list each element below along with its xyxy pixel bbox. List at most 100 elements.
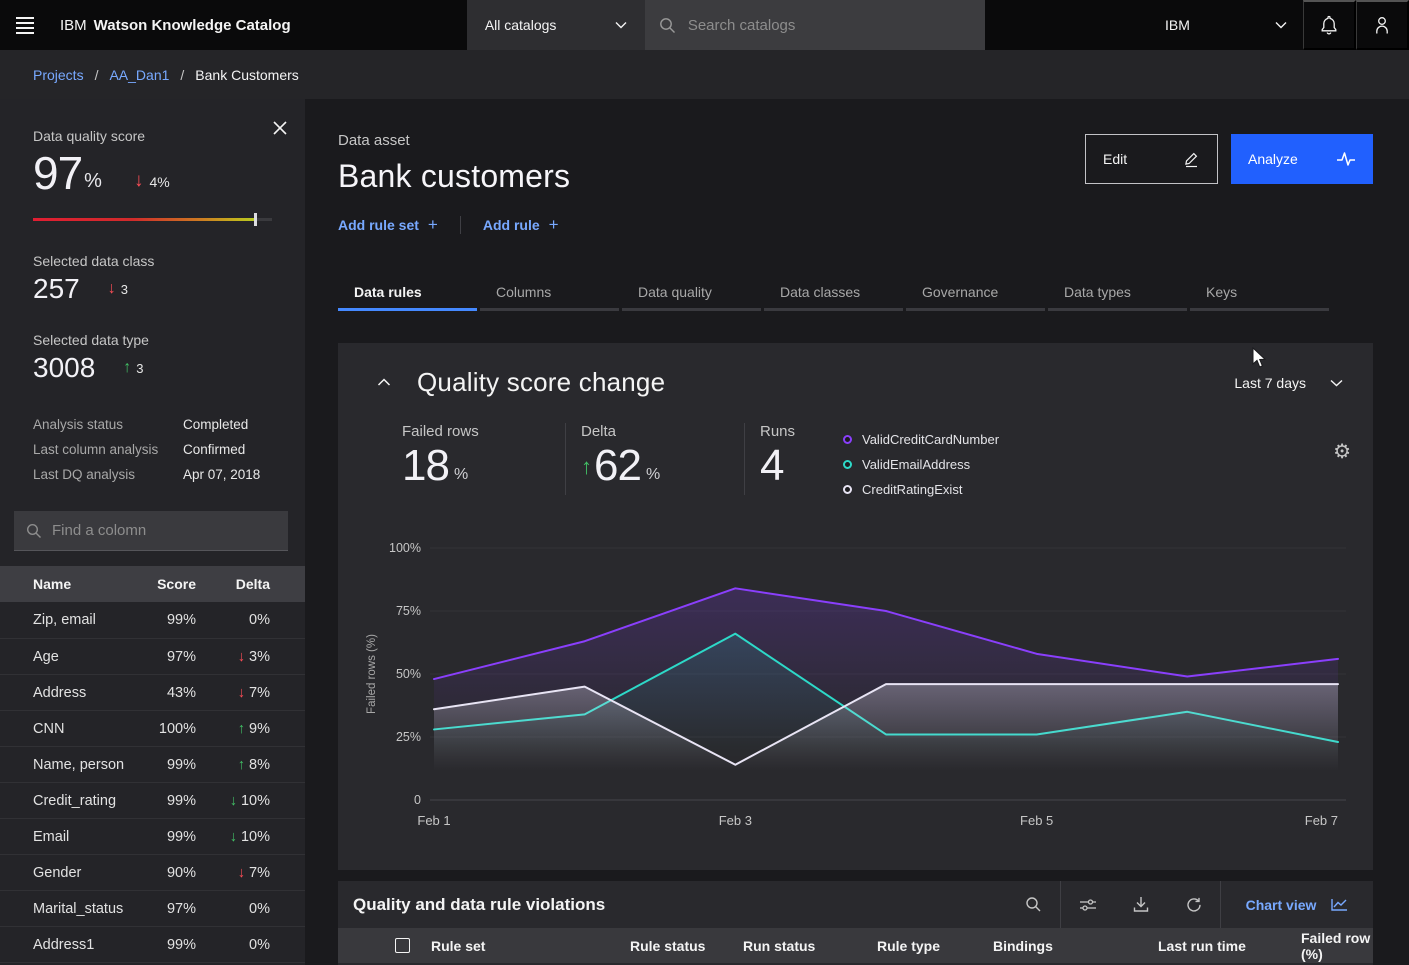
violations-table-header: Rule setRule statusRun statusRule typeBi… [338,928,1373,963]
tab-data-quality[interactable]: Data quality [622,275,761,311]
column-delta: 0% [196,612,270,628]
tab-governance[interactable]: Governance [906,275,1045,311]
violations-header-bindings: Bindings [993,938,1158,954]
column-table-row[interactable]: Gender90%↓7% [0,854,305,890]
main-content: Data asset Bank customers Add rule set +… [305,99,1409,965]
up-arrow-icon: ↑ [581,454,592,488]
refresh-icon[interactable] [1167,881,1220,928]
header-score: Score [138,576,196,592]
column-table-row[interactable]: CNN100%↑9% [0,710,305,746]
stat-label: Selected data type [33,332,272,348]
topbar-right-group: IBM [1151,0,1409,50]
catalog-selector-dropdown[interactable]: All catalogs [467,0,645,50]
violations-header-last-run-time: Last run time [1158,938,1301,954]
add-rule-set-link[interactable]: Add rule set + [338,215,438,235]
quality-score-number: 97 [33,150,82,196]
kpi-delta: Delta↑62% [581,423,744,495]
legend-item-ValidCreditCardNumber[interactable]: ValidCreditCardNumber [843,427,999,452]
add-rule-set-label: Add rule set [338,217,419,233]
kpi-unit: % [646,466,660,488]
violations-title: Quality and data rule violations [338,881,1007,928]
column-delta: ↓10% [196,793,270,809]
column-table-row[interactable]: Address199%0% [0,926,305,962]
svg-text:50%: 50% [396,667,421,681]
plus-icon: + [428,215,438,235]
download-icon[interactable] [1114,881,1167,928]
down-arrow-icon: ↓ [238,865,245,881]
kpi-value: 4 [760,444,783,488]
breadcrumb-current: Bank Customers [195,67,298,83]
quality-chart-svg: 100%75%50%25%0Feb 1Feb 3Feb 5Feb 7Failed… [362,525,1352,837]
column-score: 100% [138,721,196,737]
legend-item-ValidEmailAddress[interactable]: ValidEmailAddress [843,452,999,477]
column-name: Zip, email [33,612,138,628]
tab-data-classes[interactable]: Data classes [764,275,903,311]
violations-header-rule-set: Rule set [431,938,630,954]
close-icon[interactable] [269,117,291,142]
down-arrow-icon: ↓ [238,649,245,665]
header-name: Name [33,576,138,592]
column-table-header: Name Score Delta [0,566,305,602]
down-arrow-icon: ↓ [230,793,237,809]
column-table-row[interactable]: Age97%↓3% [0,638,305,674]
notifications-button[interactable] [1303,0,1356,50]
breadcrumb-link-projects[interactable]: Projects [33,67,84,83]
violations-header-run-status: Run status [743,938,877,954]
legend-item-CreditRatingExist[interactable]: CreditRatingExist [843,477,999,502]
chart-view-toggle[interactable]: Chart view [1220,881,1373,928]
find-column-search[interactable] [14,511,288,551]
legend-label: ValidEmailAddress [862,457,970,472]
column-table-row[interactable]: Name, person99%↑8% [0,746,305,782]
analyze-button[interactable]: Analyze [1231,134,1373,184]
header-delta: Delta [196,576,270,592]
column-table-row[interactable]: Address43%↓7% [0,674,305,710]
edit-button[interactable]: Edit [1085,134,1218,184]
catalog-search[interactable] [645,0,985,50]
gear-icon[interactable]: ⚙ [1333,439,1351,464]
add-rule-link[interactable]: Add rule + [483,215,559,235]
stat-data-class: Selected data class 257 ↓ 3 [0,253,305,305]
filter-sliders-icon[interactable] [1061,881,1114,928]
kpi-label: Failed rows [402,423,551,440]
column-score: 99% [138,793,196,809]
violations-header-rule-type: Rule type [877,938,993,954]
account-selector-dropdown[interactable]: IBM [1151,0,1303,50]
catalog-search-input[interactable] [688,17,971,34]
svg-text:100%: 100% [389,541,421,555]
tab-data-types[interactable]: Data types [1048,275,1187,311]
find-column-input[interactable] [52,522,276,539]
column-table-row[interactable]: Credit_rating99%↓10% [0,782,305,818]
tab-keys[interactable]: Keys [1190,275,1329,311]
up-arrow-icon: ↑ [123,359,131,377]
column-table-row[interactable]: Email99%↓10% [0,818,305,854]
time-range-dropdown[interactable]: Last 7 days [1234,375,1343,391]
table-search-button[interactable] [1007,881,1060,928]
column-name: Age [33,649,138,665]
menu-icon[interactable] [0,0,50,50]
column-table-row[interactable]: Marital_status97%0% [0,890,305,926]
violations-header-rule-status: Rule status [630,938,743,954]
gauge-thumb [254,213,257,226]
tab-data-rules[interactable]: Data rules [338,275,477,311]
analyze-button-label: Analyze [1248,151,1298,167]
breadcrumb-separator: / [180,67,184,83]
asset-heading: Data asset Bank customers Add rule set +… [338,132,570,235]
data-quality-sidebar: Data quality score 97 % ↓ 4% Selected da… [0,99,305,965]
activity-pulse-icon [1336,151,1356,167]
detail-label: Analysis status [33,417,183,432]
violations-card: Quality and data rule violations [338,881,1373,965]
column-name: Email [33,829,138,845]
column-name: Marital_status [33,901,138,917]
search-icon [659,17,676,34]
divider [744,423,745,495]
select-all-checkbox[interactable] [395,938,410,953]
column-table-row[interactable]: Zip, email99%0% [0,602,305,638]
breadcrumb-link-project[interactable]: AA_Dan1 [109,67,169,83]
tab-columns[interactable]: Columns [480,275,619,311]
quality-score-delta: 4% [149,174,169,196]
breadcrumb: Projects / AA_Dan1 / Bank Customers [0,50,1409,99]
bell-icon [1320,15,1338,35]
collapse-chevron-icon[interactable] [373,371,395,394]
user-profile-button[interactable] [1356,0,1409,50]
failed-rows-chart: 100%75%50%25%0Feb 1Feb 3Feb 5Feb 7Failed… [362,525,1352,837]
